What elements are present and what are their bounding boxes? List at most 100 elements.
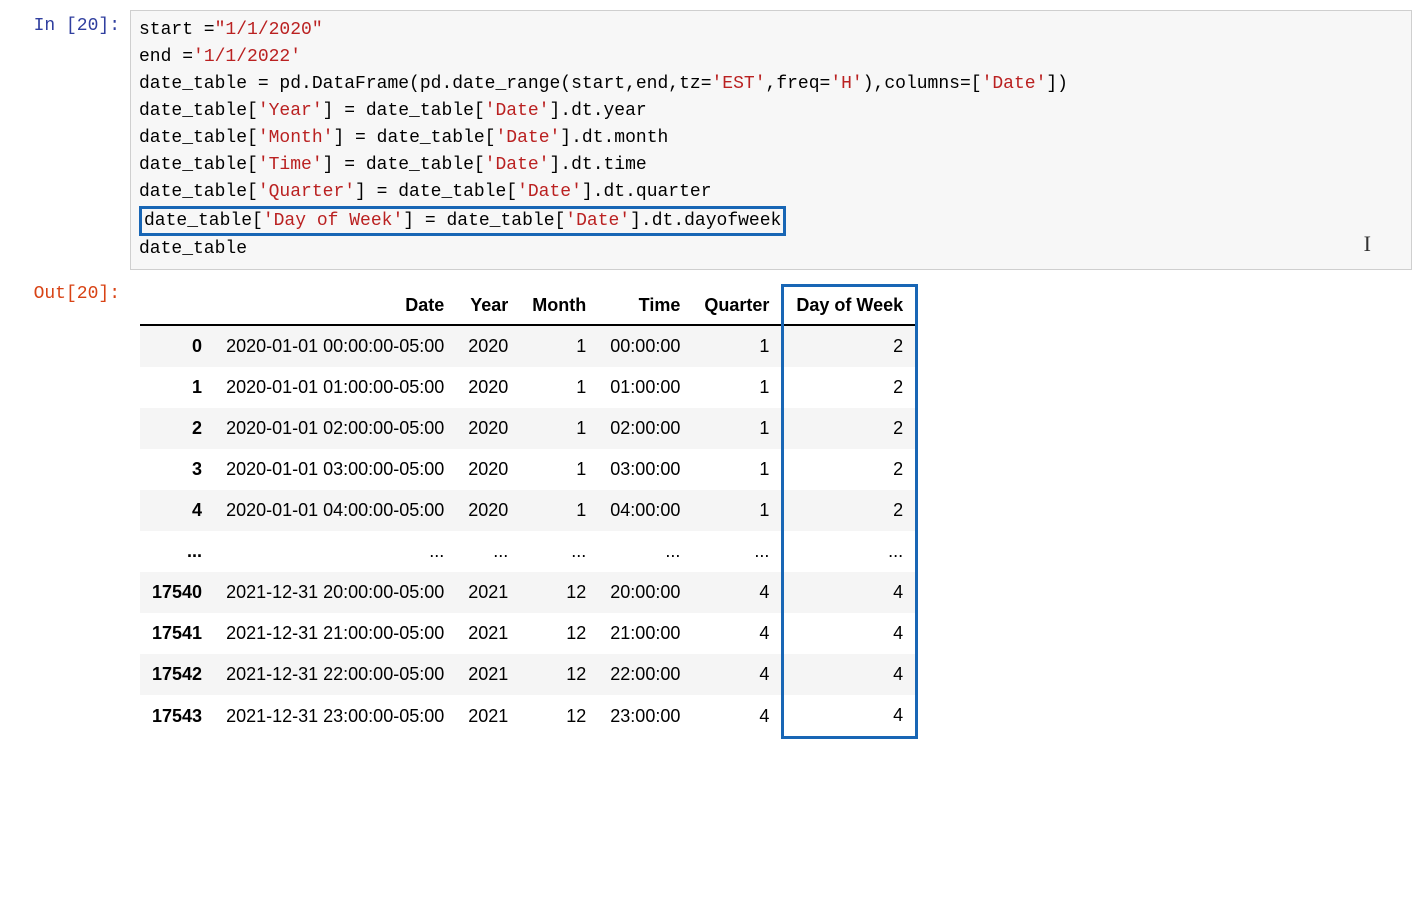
table-cell: 01:00:00: [598, 367, 692, 408]
table-cell: 2021: [456, 654, 520, 695]
table-cell: 2021: [456, 613, 520, 654]
table-cell: 12: [520, 572, 598, 613]
table-row: 175422021-12-31 22:00:00-05:0020211222:0…: [140, 654, 917, 695]
code-text: ].dt.year: [549, 101, 646, 121]
output-cell: Out[20]: DateYearMonthTimeQuarterDay of …: [10, 278, 1412, 739]
code-string: 'Year': [258, 101, 323, 121]
table-cell: 1: [692, 490, 783, 531]
table-cell: 1: [520, 490, 598, 531]
table-row: 175412021-12-31 21:00:00-05:0020211221:0…: [140, 613, 917, 654]
row-index: 2: [140, 408, 214, 449]
table-cell: ...: [520, 531, 598, 572]
table-cell: 2021-12-31 23:00:00-05:00: [214, 695, 456, 738]
table-cell: 2020: [456, 367, 520, 408]
highlighted-code-line: date_table['Day of Week'] = date_table['…: [139, 206, 786, 236]
table-cell: 2020-01-01 01:00:00-05:00: [214, 367, 456, 408]
table-cell: 2: [783, 367, 917, 408]
table-cell: 4: [692, 695, 783, 738]
table-cell: 1: [520, 408, 598, 449]
code-string: 'Date': [565, 211, 630, 231]
table-cell: 2021-12-31 22:00:00-05:00: [214, 654, 456, 695]
table-cell: 4: [783, 695, 917, 738]
table-row: 12020-01-01 01:00:00-05:002020101:00:001…: [140, 367, 917, 408]
table-cell: 2: [783, 449, 917, 490]
code-text: ].dt.time: [549, 155, 646, 175]
row-index: 0: [140, 325, 214, 367]
table-cell: 4: [783, 654, 917, 695]
table-cell: 2: [783, 325, 917, 367]
code-string: 'Quarter': [258, 182, 355, 202]
code-text: ] = date_table[: [323, 101, 485, 121]
output-prompt: Out[20]:: [10, 278, 130, 304]
table-cell: 4: [692, 572, 783, 613]
table-cell: 2: [783, 490, 917, 531]
column-header: Time: [598, 286, 692, 326]
table-body: 02020-01-01 00:00:00-05:002020100:00:001…: [140, 325, 917, 738]
table-row: 42020-01-01 04:00:00-05:002020104:00:001…: [140, 490, 917, 531]
table-cell: 1: [692, 408, 783, 449]
code-text: date_table[: [139, 101, 258, 121]
row-index: 17540: [140, 572, 214, 613]
row-index: 3: [140, 449, 214, 490]
table-cell: 4: [692, 613, 783, 654]
code-input-area[interactable]: start ="1/1/2020" end ='1/1/2022' date_t…: [130, 10, 1412, 270]
code-text: date_table = pd.DataFrame(pd.date_range(…: [139, 74, 712, 94]
code-text: ].dt.quarter: [582, 182, 712, 202]
column-header: Quarter: [692, 286, 783, 326]
table-cell: 2021-12-31 20:00:00-05:00: [214, 572, 456, 613]
code-text: ),columns=[: [863, 74, 982, 94]
row-index: 17542: [140, 654, 214, 695]
table-cell: 1: [692, 449, 783, 490]
code-string: 'Date': [517, 182, 582, 202]
row-index: 17543: [140, 695, 214, 738]
dataframe-table: DateYearMonthTimeQuarterDay of Week 0202…: [140, 284, 918, 739]
code-string: 'Date': [495, 128, 560, 148]
table-cell: 20:00:00: [598, 572, 692, 613]
table-row: 32020-01-01 03:00:00-05:002020103:00:001…: [140, 449, 917, 490]
code-text: ] = date_table[: [333, 128, 495, 148]
code-text: date_table[: [139, 182, 258, 202]
row-index: 4: [140, 490, 214, 531]
table-cell: 1: [520, 449, 598, 490]
code-text: ].dt.month: [560, 128, 668, 148]
table-cell: 2: [783, 408, 917, 449]
code-string: 'EST': [712, 74, 766, 94]
table-cell: 22:00:00: [598, 654, 692, 695]
table-cell: 2020: [456, 490, 520, 531]
table-cell: 2020-01-01 02:00:00-05:00: [214, 408, 456, 449]
column-header: Month: [520, 286, 598, 326]
code-block[interactable]: start ="1/1/2020" end ='1/1/2022' date_t…: [139, 17, 1403, 263]
code-string: 'H': [830, 74, 862, 94]
table-cell: 12: [520, 654, 598, 695]
table-cell: 2020: [456, 449, 520, 490]
code-text: ] = date_table[: [355, 182, 517, 202]
table-cell: 1: [692, 325, 783, 367]
row-index: 17541: [140, 613, 214, 654]
code-text: end =: [139, 47, 193, 67]
code-string: 'Date': [982, 74, 1047, 94]
table-cell: 12: [520, 613, 598, 654]
table-row: 175432021-12-31 23:00:00-05:0020211223:0…: [140, 695, 917, 738]
table-cell: 4: [783, 572, 917, 613]
table-cell: ...: [456, 531, 520, 572]
table-row: 175402021-12-31 20:00:00-05:0020211220:0…: [140, 572, 917, 613]
code-string: 'Time': [258, 155, 323, 175]
text-cursor-icon: I: [1364, 231, 1371, 257]
table-cell: 2021: [456, 572, 520, 613]
table-cell: ...: [214, 531, 456, 572]
table-cell: 2020: [456, 325, 520, 367]
table-header-row: DateYearMonthTimeQuarterDay of Week: [140, 286, 917, 326]
table-cell: 1: [692, 367, 783, 408]
code-string: '1/1/2022': [193, 47, 301, 67]
table-cell: 1: [520, 367, 598, 408]
code-string: 'Month': [258, 128, 334, 148]
table-cell: 21:00:00: [598, 613, 692, 654]
table-cell: ...: [692, 531, 783, 572]
code-text: date_table[: [139, 155, 258, 175]
code-string: 'Date': [485, 101, 550, 121]
row-index: ...: [140, 531, 214, 572]
table-cell: 2020: [456, 408, 520, 449]
code-text: start =: [139, 20, 215, 40]
table-cell: 2021-12-31 21:00:00-05:00: [214, 613, 456, 654]
table-cell: 12: [520, 695, 598, 738]
